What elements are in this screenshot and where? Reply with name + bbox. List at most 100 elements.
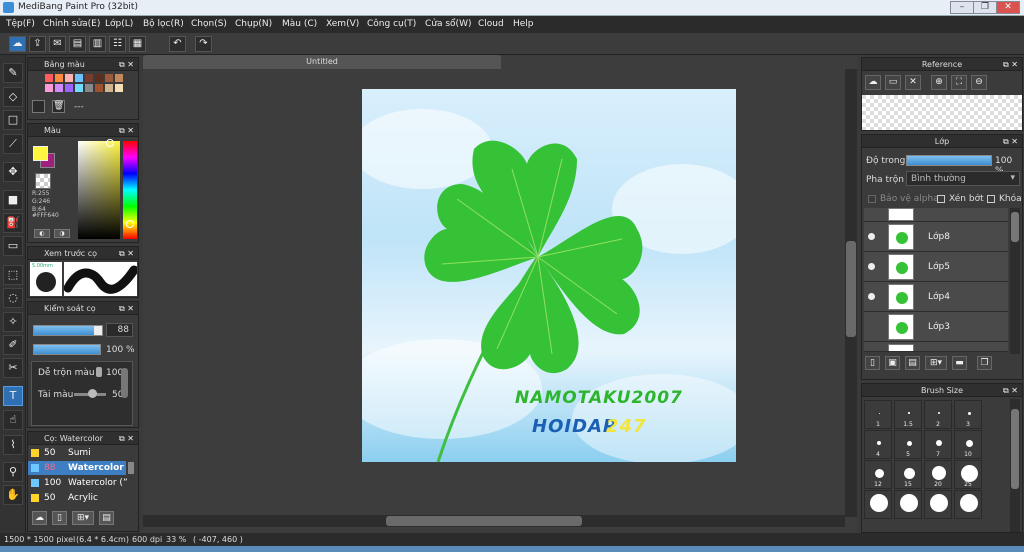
protect-alpha-checkbox[interactable] (868, 195, 876, 203)
close-reference-icon[interactable]: ✕ (905, 75, 921, 90)
layer-row[interactable]: Lớp3 (864, 312, 1008, 342)
fill-rect-tool-icon[interactable]: ■ (3, 190, 23, 210)
palette-swatch[interactable] (115, 74, 123, 82)
menu-color[interactable]: Màu (C) (282, 19, 317, 29)
brush-size-cell[interactable] (924, 490, 952, 519)
new-layer-icon[interactable]: ▯ (865, 356, 880, 370)
menu-edit[interactable]: Chỉnh sửa(E) (43, 19, 100, 29)
brush-settings-icon[interactable]: ▤ (99, 511, 114, 525)
transparent-swatch[interactable] (35, 173, 51, 189)
panel-close-icon[interactable]: ⧉ ✕ (119, 432, 134, 445)
lasso-tool-icon[interactable]: ◌ (3, 288, 23, 308)
brush-tool-icon[interactable]: ✎ (3, 63, 23, 83)
primary-color-swatch[interactable] (33, 146, 48, 161)
palette-swatch[interactable] (95, 74, 103, 82)
panel-close-icon[interactable]: ⧉ ✕ (1003, 135, 1018, 148)
share-icon[interactable]: ⇪ (29, 36, 46, 52)
bucket-tool-icon[interactable]: ⛽ (3, 213, 23, 233)
menu-filter[interactable]: Bộ lọc(R) (143, 19, 184, 29)
brush-opacity-slider[interactable] (33, 344, 101, 355)
brush-size-cell[interactable]: 7 (924, 430, 952, 459)
cloud-download-icon[interactable]: ☁ (32, 511, 47, 525)
zoom-in-icon[interactable]: ⊕ (931, 75, 947, 90)
palette-swatch[interactable] (55, 74, 63, 82)
merge-layer-icon[interactable]: ❐ (977, 356, 992, 370)
layer-row[interactable]: Lớp5 (864, 252, 1008, 282)
menu-select[interactable]: Chọn(S) (191, 19, 227, 29)
palette-swatch[interactable] (95, 84, 103, 92)
operation-tool-icon[interactable]: ☝ (3, 410, 23, 430)
palette-swatch[interactable] (45, 74, 53, 82)
canvas-vertical-scrollbar[interactable] (845, 69, 857, 517)
canvas-horizontal-scrollbar[interactable] (143, 515, 845, 527)
brush-size-value[interactable]: 88 (106, 323, 133, 337)
menu-capture[interactable]: Chụp(N) (235, 19, 272, 29)
select-rect-tool-icon[interactable]: ⬚ (3, 265, 23, 285)
ink-slider-knob[interactable] (88, 389, 97, 398)
saturation-value-picker[interactable] (78, 141, 120, 239)
brush-size-slider[interactable] (33, 325, 103, 336)
brush-size-cell[interactable]: 10 (954, 430, 982, 459)
clipping-checkbox[interactable] (937, 195, 945, 203)
document-tab[interactable]: Untitled (143, 55, 501, 69)
brush-size-cell[interactable]: 15 (894, 460, 922, 489)
brush-size-cell[interactable]: 3 (954, 400, 982, 429)
layer-row[interactable]: Lớp4 (864, 282, 1008, 312)
eye-icon[interactable] (868, 233, 875, 240)
drawing-canvas[interactable]: NAMOTAKU2007 HOIDAP 247 (362, 89, 736, 462)
divide-tool-icon[interactable]: ⌇ (3, 435, 23, 455)
add-layer-menu-icon[interactable]: ⊞▾ (925, 356, 947, 370)
new-palette-icon[interactable] (32, 100, 45, 113)
params-scrollbar[interactable] (121, 368, 128, 398)
hue-cursor[interactable] (126, 220, 134, 228)
layer-blend-select[interactable]: Bình thường ▾ (906, 171, 1020, 186)
brush-size-cell[interactable]: 12 (864, 460, 892, 489)
color-wheel-icon[interactable]: ◐ (34, 229, 50, 238)
zoom-out-icon[interactable]: ⊖ (971, 75, 987, 90)
panel-close-icon[interactable]: ⧉ ✕ (119, 247, 134, 260)
brush-size-cell[interactable]: 5 (894, 430, 922, 459)
brush-list-item[interactable]: 100 Watercolor (” (28, 476, 128, 490)
cloud-icon[interactable]: ☁ (9, 36, 26, 52)
brush-size-cell[interactable]: 4 (864, 430, 892, 459)
layer-row[interactable]: Lớp8 (864, 222, 1008, 252)
palette-swatch[interactable] (65, 74, 73, 82)
minimize-button[interactable]: – (950, 1, 974, 14)
folder-layer-icon[interactable]: ▬ (952, 356, 967, 370)
menu-cloud[interactable]: Cloud (478, 19, 504, 29)
palette-swatch[interactable] (55, 84, 63, 92)
close-button[interactable]: ✕ (996, 1, 1020, 14)
color-sliders-icon[interactable]: ◑ (54, 229, 70, 238)
brush-list-item[interactable]: 88 Watercolor (28, 461, 126, 475)
line-tool-icon[interactable]: ⟋ (3, 134, 23, 154)
palette-swatch[interactable] (65, 84, 73, 92)
eraser-tool-icon[interactable]: ◇ (3, 87, 23, 107)
panel-close-icon[interactable]: ⧉ ✕ (119, 302, 134, 315)
upload-icon[interactable]: ☁ (865, 75, 881, 90)
grid-icon[interactable]: ▦ (129, 36, 146, 52)
trash-icon[interactable]: 🗑 (52, 100, 65, 113)
menu-view[interactable]: Xem(V) (326, 19, 359, 29)
palette-swatch[interactable] (45, 84, 53, 92)
menu-tools[interactable]: Công cụ(T) (367, 19, 416, 29)
brush-size-cell[interactable]: 1 (864, 400, 892, 429)
brush-size-cell[interactable] (864, 490, 892, 519)
palette-swatch[interactable] (85, 74, 93, 82)
brush-list-item[interactable]: 50 Acrylic (28, 491, 126, 505)
select-eraser-tool-icon[interactable]: ✂ (3, 358, 23, 378)
hand-tool-icon[interactable]: ✋ (3, 485, 23, 505)
move-tool-icon[interactable]: ✥ (3, 162, 23, 182)
brush-list-scrollbar[interactable] (128, 462, 134, 474)
brush-size-cell[interactable]: 2 (924, 400, 952, 429)
panel-close-icon[interactable]: ⧉ ✕ (1003, 384, 1018, 397)
folder-icon[interactable]: ▭ (885, 75, 901, 90)
duplicate-layer-icon[interactable]: ▣ (885, 356, 900, 370)
restore-button[interactable]: ❐ (973, 1, 997, 14)
panel-close-icon[interactable]: ⧉ ✕ (119, 124, 134, 137)
panel-close-icon[interactable]: ⧉ ✕ (1003, 58, 1018, 71)
fit-icon[interactable]: ⛶ (951, 75, 967, 90)
select-pen-tool-icon[interactable]: ✐ (3, 335, 23, 355)
new-brush-icon[interactable]: ▯ (52, 511, 67, 525)
list-icon[interactable]: ☷ (109, 36, 126, 52)
brush-size-cell[interactable]: 1.5 (894, 400, 922, 429)
